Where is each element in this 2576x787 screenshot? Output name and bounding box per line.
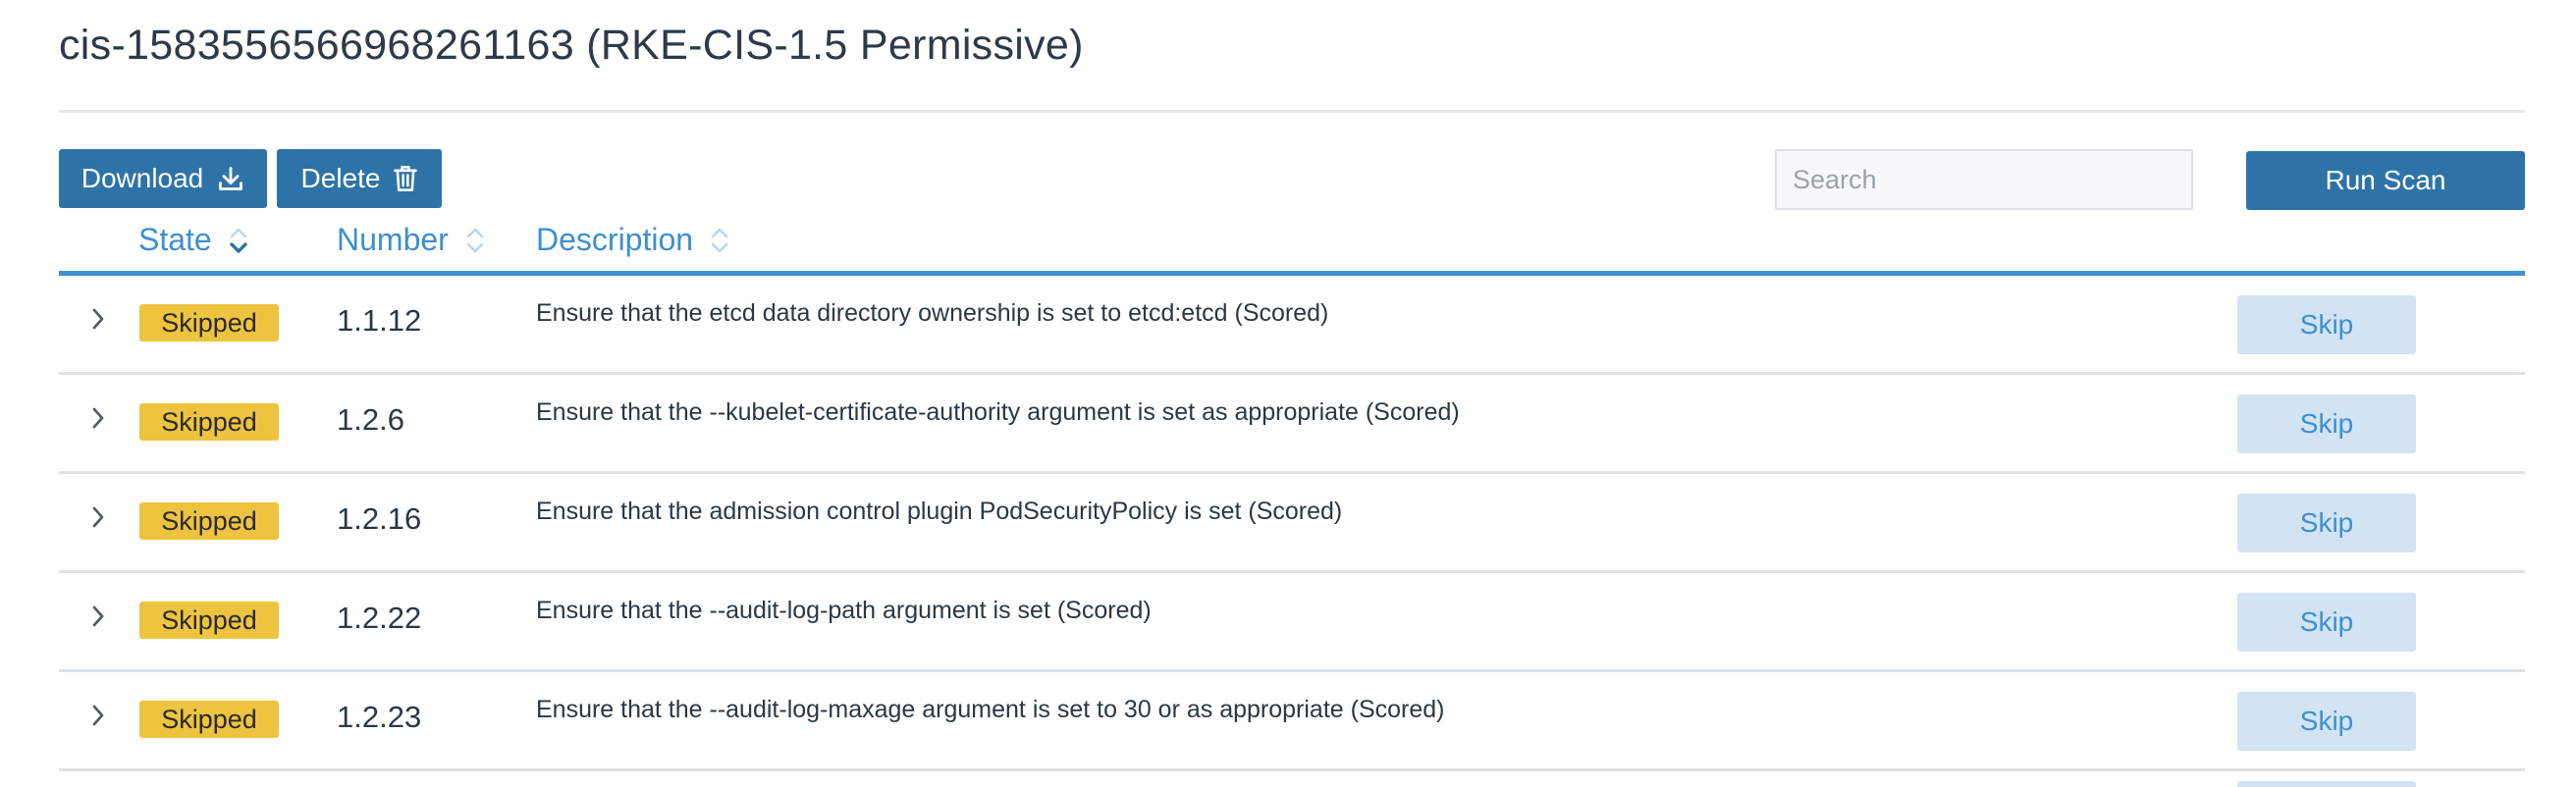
skip-button[interactable]: Skip — [2237, 494, 2416, 552]
chevron-right-icon[interactable] — [86, 406, 110, 430]
table-row: Skipped 1.2.22 Ensure that the --audit-l… — [59, 573, 2525, 672]
status-badge: Skipped — [139, 701, 279, 738]
title-divider — [59, 110, 2525, 113]
column-header-description-label: Description — [536, 222, 694, 257]
sort-icon — [466, 228, 484, 252]
rule-description: Ensure that the admission control plugin… — [536, 498, 1343, 525]
status-badge: Skipped — [139, 502, 279, 540]
chevron-right-icon[interactable] — [86, 505, 110, 529]
column-header-state[interactable]: State — [138, 222, 249, 258]
rule-number: 1.1.12 — [337, 303, 422, 338]
status-badge: Skipped — [139, 304, 279, 341]
column-header-number-label: Number — [337, 222, 449, 257]
run-scan-button[interactable]: Run Scan — [2246, 151, 2525, 210]
skip-button[interactable]: Skip — [2237, 295, 2416, 354]
rule-number: 1.2.23 — [337, 700, 422, 734]
download-button-label: Download — [80, 163, 204, 193]
skip-button[interactable]: Skip — [2237, 593, 2416, 652]
rule-description: Ensure that the --audit-log-path argumen… — [536, 597, 1152, 624]
table-row: Skipped 1.2.23 Ensure that the --audit-l… — [59, 672, 2525, 771]
delete-button[interactable]: Delete — [277, 149, 442, 208]
trash-icon — [394, 166, 418, 191]
rule-description: Ensure that the --kubelet-certificate-au… — [536, 398, 1460, 426]
rule-number: 1.2.22 — [337, 601, 422, 635]
column-header-state-label: State — [138, 222, 212, 257]
delete-button-label: Delete — [300, 163, 381, 193]
table-row: Skipped 1.2.6 Ensure that the --kubelet-… — [59, 375, 2525, 474]
table-row: Skipped 1.2.16 Ensure that the admission… — [59, 474, 2525, 573]
column-header-number[interactable]: Number — [337, 222, 486, 258]
page-title: cis-1583556566968261163 (RKE-CIS-1.5 Per… — [59, 22, 1084, 69]
status-badge: Skipped — [139, 403, 279, 441]
skip-button[interactable]: Skip — [2237, 394, 2416, 453]
chevron-right-icon[interactable] — [86, 307, 110, 331]
search-input[interactable] — [1775, 149, 2193, 210]
rule-number: 1.2.16 — [337, 501, 422, 536]
column-header-description[interactable]: Description — [536, 222, 730, 258]
download-icon — [219, 167, 243, 190]
skip-button[interactable]: Skip — [2237, 692, 2416, 751]
download-button[interactable]: Download — [59, 149, 267, 208]
chevron-right-icon[interactable] — [86, 704, 110, 727]
sort-icon — [711, 228, 728, 252]
rule-description: Ensure that the etcd data directory owne… — [536, 299, 1329, 327]
status-badge: Skipped — [139, 602, 279, 639]
rule-number: 1.2.6 — [337, 402, 404, 437]
skip-button-partial[interactable] — [2237, 781, 2416, 787]
chevron-right-icon[interactable] — [86, 604, 110, 628]
rule-description: Ensure that the --audit-log-maxage argum… — [536, 696, 1445, 723]
sort-descending-icon — [230, 228, 247, 253]
table-row: Skipped 1.1.12 Ensure that the etcd data… — [59, 276, 2525, 375]
